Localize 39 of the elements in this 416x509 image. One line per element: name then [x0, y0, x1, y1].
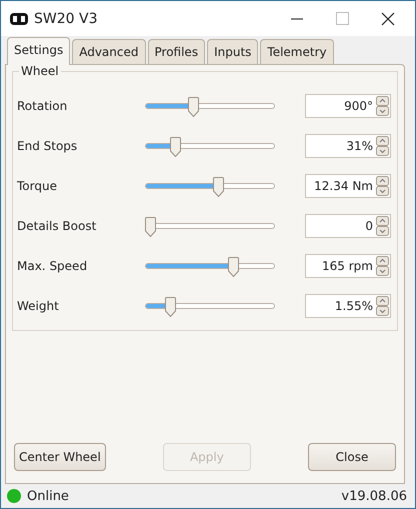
spin-field[interactable]: 900°	[305, 94, 391, 118]
button[interactable]: Close	[308, 443, 396, 471]
maximize-icon[interactable]	[336, 12, 349, 25]
slider[interactable]	[145, 176, 275, 196]
setting-label: Max. Speed	[17, 259, 88, 273]
button[interactable]: Center Wheel	[14, 443, 106, 471]
setting-label: Rotation	[17, 99, 68, 113]
setting-label: Details Boost	[17, 219, 98, 233]
spin-field[interactable]: 165 rpm	[305, 254, 391, 278]
setting-label: End Stops	[17, 139, 78, 153]
slider[interactable]	[145, 216, 275, 236]
tab[interactable]: Settings	[7, 37, 70, 65]
version-text: v19.08.06	[341, 488, 407, 504]
close-icon[interactable]	[381, 12, 395, 26]
group-title: Wheel	[19, 64, 61, 78]
slider-thumb[interactable]	[228, 257, 240, 277]
setting-label: Torque	[17, 179, 58, 193]
setting-label: Weight	[17, 299, 60, 313]
wheel-icon	[10, 12, 28, 24]
slider[interactable]	[145, 256, 275, 276]
spin-field[interactable]: 1.55%	[305, 294, 391, 318]
spin-field[interactable]: 0	[305, 214, 391, 238]
slider[interactable]	[145, 136, 275, 156]
tab[interactable]: Telemetry	[260, 39, 334, 64]
tab[interactable]: Profiles	[148, 39, 206, 64]
tab[interactable]: Advanced	[72, 39, 146, 64]
slider[interactable]	[145, 96, 275, 116]
status-text: Online	[27, 488, 69, 504]
slider-thumb[interactable]	[170, 137, 181, 157]
spin-field[interactable]: 31%	[305, 134, 391, 158]
slider-fill	[146, 144, 173, 148]
tab[interactable]: Inputs	[207, 39, 258, 64]
slider-thumb[interactable]	[188, 97, 199, 117]
slider-thumb[interactable]	[212, 177, 224, 197]
window-title: SW20 V3	[34, 10, 98, 26]
slider[interactable]	[145, 296, 275, 316]
spin-field[interactable]: 12.34 Nm	[305, 174, 391, 198]
slider-thumb[interactable]	[165, 297, 176, 317]
slider-thumb[interactable]	[145, 217, 156, 237]
